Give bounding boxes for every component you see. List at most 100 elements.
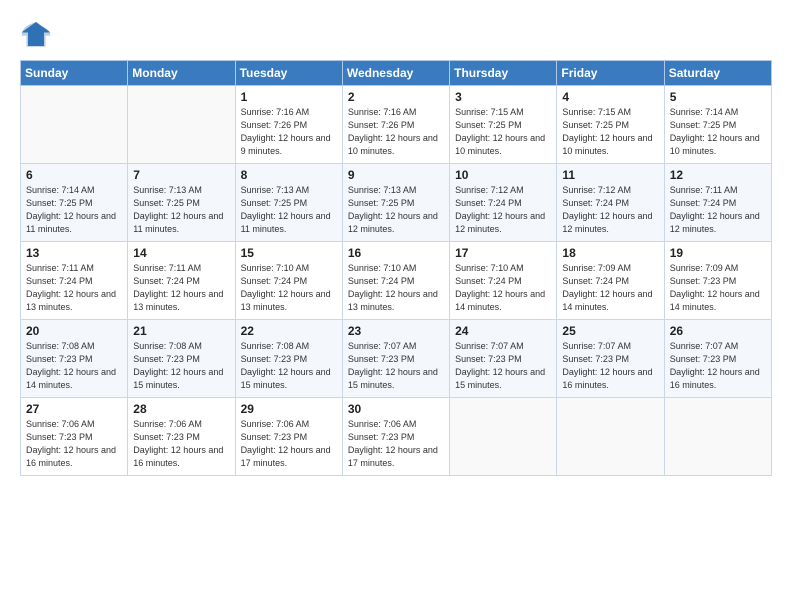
day-number: 23 [348,324,444,338]
day-header-friday: Friday [557,61,664,86]
day-number: 13 [26,246,122,260]
calendar-cell: 8Sunrise: 7:13 AMSunset: 7:25 PMDaylight… [235,164,342,242]
calendar-cell: 3Sunrise: 7:15 AMSunset: 7:25 PMDaylight… [450,86,557,164]
calendar-cell: 30 Sunrise: 7:06 AMSunset: 7:23 PMDayligh… [342,398,449,476]
day-info: Sunrise: 7:09 AMSunset: 7:24 PMDaylight:… [562,262,658,314]
calendar-cell: 10 Sunrise: 7:12 AMSunset: 7:24 PMDayligh… [450,164,557,242]
page: SundayMondayTuesdayWednesdayThursdayFrid… [0,0,792,612]
day-info: Sunrise: 7:09 AMSunset: 7:23 PMDaylight:… [670,262,766,314]
calendar-cell: 15 Sunrise: 7:10 AMSunset: 7:24 PMDayligh… [235,242,342,320]
calendar-cell [557,398,664,476]
calendar-cell: 6 Sunrise: 7:14 AMSunset: 7:25 PMDaylight… [21,164,128,242]
calendar-cell [450,398,557,476]
day-info: Sunrise: 7:15 AMSunset: 7:25 PMDaylight:… [562,106,658,158]
day-number: 27 [26,402,122,416]
day-number: 14 [133,246,229,260]
day-info: Sunrise: 7:07 AMSunset: 7:23 PMDaylight:… [348,340,444,392]
calendar-cell: 27 Sunrise: 7:06 AMSunset: 7:23 PMDayligh… [21,398,128,476]
day-number: 26 [670,324,766,338]
day-info: Sunrise: 7:11 AMSunset: 7:24 PMDaylight:… [133,262,229,314]
day-number: 10 [455,168,551,182]
day-header-thursday: Thursday [450,61,557,86]
week-row-3: 13 Sunrise: 7:11 AMSunset: 7:24 PMDayligh… [21,242,772,320]
day-info: Sunrise: 7:07 AMSunset: 7:23 PMDaylight:… [562,340,658,392]
day-info: Sunrise: 7:16 AMSunset: 7:26 PMDaylight:… [241,106,337,158]
calendar-cell: 20Sunrise: 7:08 AMSunset: 7:23 PMDayligh… [21,320,128,398]
calendar-cell: 16 Sunrise: 7:10 AMSunset: 7:24 PMDayligh… [342,242,449,320]
day-header-sunday: Sunday [21,61,128,86]
day-number: 12 [670,168,766,182]
day-info: Sunrise: 7:10 AMSunset: 7:24 PMDaylight:… [455,262,551,314]
week-row-2: 6 Sunrise: 7:14 AMSunset: 7:25 PMDaylight… [21,164,772,242]
day-number: 25 [562,324,658,338]
day-header-saturday: Saturday [664,61,771,86]
day-info: Sunrise: 7:07 AMSunset: 7:23 PMDaylight:… [455,340,551,392]
day-header-wednesday: Wednesday [342,61,449,86]
day-info: Sunrise: 7:06 AMSunset: 7:23 PMDaylight:… [133,418,229,470]
day-number: 30 [348,402,444,416]
day-number: 21 [133,324,229,338]
day-info: Sunrise: 7:06 AMSunset: 7:23 PMDaylight:… [241,418,337,470]
calendar-cell: 9Sunrise: 7:13 AMSunset: 7:25 PMDaylight… [342,164,449,242]
days-row: SundayMondayTuesdayWednesdayThursdayFrid… [21,61,772,86]
day-header-monday: Monday [128,61,235,86]
day-info: Sunrise: 7:13 AMSunset: 7:25 PMDaylight:… [133,184,229,236]
day-number: 24 [455,324,551,338]
header [20,18,772,50]
calendar-cell [664,398,771,476]
week-row-1: 1Sunrise: 7:16 AMSunset: 7:26 PMDaylight… [21,86,772,164]
calendar-cell: 22 Sunrise: 7:08 AMSunset: 7:23 PMDayligh… [235,320,342,398]
day-number: 11 [562,168,658,182]
day-number: 2 [348,90,444,104]
day-info: Sunrise: 7:16 AMSunset: 7:26 PMDaylight:… [348,106,444,158]
calendar-cell: 2 Sunrise: 7:16 AMSunset: 7:26 PMDaylight… [342,86,449,164]
day-number: 6 [26,168,122,182]
day-number: 16 [348,246,444,260]
week-row-4: 20Sunrise: 7:08 AMSunset: 7:23 PMDayligh… [21,320,772,398]
day-number: 15 [241,246,337,260]
calendar-cell: 21Sunrise: 7:08 AMSunset: 7:23 PMDayligh… [128,320,235,398]
day-number: 28 [133,402,229,416]
day-info: Sunrise: 7:14 AMSunset: 7:25 PMDaylight:… [26,184,122,236]
calendar-cell: 17 Sunrise: 7:10 AMSunset: 7:24 PMDayligh… [450,242,557,320]
calendar-header: SundayMondayTuesdayWednesdayThursdayFrid… [21,61,772,86]
day-info: Sunrise: 7:11 AMSunset: 7:24 PMDaylight:… [670,184,766,236]
calendar-cell: 1Sunrise: 7:16 AMSunset: 7:26 PMDaylight… [235,86,342,164]
day-number: 5 [670,90,766,104]
day-header-tuesday: Tuesday [235,61,342,86]
calendar-cell: 4Sunrise: 7:15 AMSunset: 7:25 PMDaylight… [557,86,664,164]
calendar-cell: 25 Sunrise: 7:07 AMSunset: 7:23 PMDayligh… [557,320,664,398]
day-info: Sunrise: 7:11 AMSunset: 7:24 PMDaylight:… [26,262,122,314]
day-info: Sunrise: 7:10 AMSunset: 7:24 PMDaylight:… [241,262,337,314]
day-info: Sunrise: 7:10 AMSunset: 7:24 PMDaylight:… [348,262,444,314]
calendar-cell: 28 Sunrise: 7:06 AMSunset: 7:23 PMDayligh… [128,398,235,476]
calendar-cell: 12 Sunrise: 7:11 AMSunset: 7:24 PMDayligh… [664,164,771,242]
day-info: Sunrise: 7:13 AMSunset: 7:25 PMDaylight:… [348,184,444,236]
day-info: Sunrise: 7:14 AMSunset: 7:25 PMDaylight:… [670,106,766,158]
day-number: 7 [133,168,229,182]
day-info: Sunrise: 7:12 AMSunset: 7:24 PMDaylight:… [455,184,551,236]
day-info: Sunrise: 7:06 AMSunset: 7:23 PMDaylight:… [348,418,444,470]
day-info: Sunrise: 7:07 AMSunset: 7:23 PMDaylight:… [670,340,766,392]
day-info: Sunrise: 7:06 AMSunset: 7:23 PMDaylight:… [26,418,122,470]
calendar-cell [21,86,128,164]
day-info: Sunrise: 7:08 AMSunset: 7:23 PMDaylight:… [26,340,122,392]
week-row-5: 27 Sunrise: 7:06 AMSunset: 7:23 PMDayligh… [21,398,772,476]
calendar-cell: 18Sunrise: 7:09 AMSunset: 7:24 PMDayligh… [557,242,664,320]
calendar-cell: 11Sunrise: 7:12 AMSunset: 7:24 PMDayligh… [557,164,664,242]
calendar-cell: 23 Sunrise: 7:07 AMSunset: 7:23 PMDayligh… [342,320,449,398]
calendar-cell [128,86,235,164]
calendar-cell: 24 Sunrise: 7:07 AMSunset: 7:23 PMDayligh… [450,320,557,398]
day-number: 22 [241,324,337,338]
day-number: 19 [670,246,766,260]
calendar-cell: 5 Sunrise: 7:14 AMSunset: 7:25 PMDaylight… [664,86,771,164]
day-number: 29 [241,402,337,416]
day-number: 17 [455,246,551,260]
day-info: Sunrise: 7:08 AMSunset: 7:23 PMDaylight:… [241,340,337,392]
calendar-cell: 7 Sunrise: 7:13 AMSunset: 7:25 PMDaylight… [128,164,235,242]
day-info: Sunrise: 7:13 AMSunset: 7:25 PMDaylight:… [241,184,337,236]
calendar-cell: 29 Sunrise: 7:06 AMSunset: 7:23 PMDayligh… [235,398,342,476]
day-info: Sunrise: 7:15 AMSunset: 7:25 PMDaylight:… [455,106,551,158]
calendar-cell: 13 Sunrise: 7:11 AMSunset: 7:24 PMDayligh… [21,242,128,320]
logo-icon [20,18,52,50]
